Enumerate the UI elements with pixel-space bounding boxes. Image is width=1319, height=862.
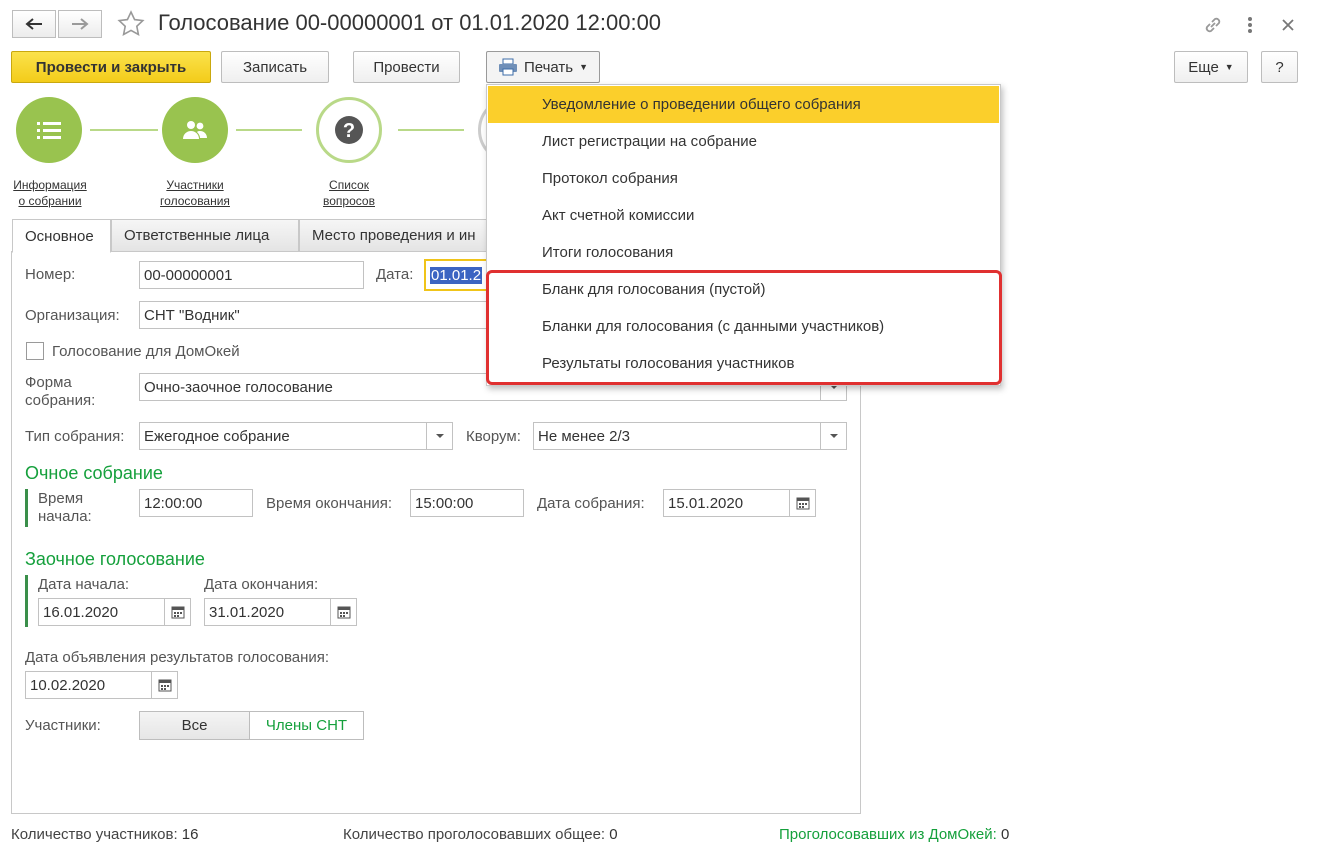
domokey-checkbox[interactable]: [26, 342, 44, 360]
number-input[interactable]: 00-00000001: [139, 261, 364, 289]
more-actions-button[interactable]: [1240, 12, 1260, 38]
chevron-down-icon: ▼: [1224, 62, 1234, 72]
footer-voted-total: Количество проголосовавших общее: 0: [343, 826, 618, 843]
save-button[interactable]: Записать: [221, 51, 329, 83]
absentee-end-label: Дата окончания:: [204, 576, 319, 593]
chevron-down-icon[interactable]: [426, 423, 452, 449]
quorum-label: Кворум:: [466, 428, 521, 445]
step-connector: [236, 129, 302, 131]
footer-participants-count: Количество участников: 16: [11, 826, 199, 843]
help-button[interactable]: ?: [1261, 51, 1298, 83]
meeting-type-select[interactable]: Ежегодное собрание: [139, 422, 453, 450]
meeting-form-value: Очно-заочное голосование: [144, 378, 333, 396]
domokey-label: Голосование для ДомОкей: [52, 343, 240, 360]
section-bar: [25, 575, 28, 627]
participants-label: Участники:: [25, 717, 101, 734]
print-button[interactable]: Печать ▼: [486, 51, 600, 83]
list-icon: [37, 122, 61, 139]
meeting-type-label: Тип собрания:: [25, 428, 125, 445]
close-icon: [1282, 19, 1294, 31]
absentee-end-input[interactable]: 31.01.2020: [204, 598, 357, 626]
print-menu: Уведомление о проведении общего собрания…: [486, 84, 1001, 386]
svg-text:?: ?: [343, 120, 355, 142]
footer-voted-domokey: Проголосовавших из ДомОкей: 0: [779, 826, 1010, 843]
step-connector: [398, 129, 464, 131]
results-date-label: Дата объявления результатов голосования:: [25, 649, 330, 666]
favorite-button[interactable]: [116, 9, 146, 39]
post-button[interactable]: Провести: [353, 51, 460, 83]
start-time-input[interactable]: 12:00:00: [139, 489, 253, 517]
step-questions-button[interactable]: ?: [316, 97, 382, 163]
absentee-start-value: 16.01.2020: [43, 603, 119, 621]
chevron-down-icon[interactable]: [820, 423, 846, 449]
meeting-date-label: Дата собрания:: [537, 495, 645, 512]
menu-item-meeting-notice[interactable]: Уведомление о проведении общего собрания: [488, 86, 999, 123]
step-info-button[interactable]: [16, 97, 82, 163]
post-and-close-button[interactable]: Провести и закрыть: [11, 51, 211, 83]
meeting-date-input[interactable]: 15.01.2020: [663, 489, 816, 517]
chevron-down-icon: ▼: [579, 62, 589, 72]
close-button[interactable]: [1276, 12, 1300, 38]
more-button-label: Еще: [1188, 58, 1219, 76]
start-time-label: Время начала:: [38, 490, 92, 525]
calendar-icon[interactable]: [330, 599, 356, 625]
date-input-text: 01.01.2: [430, 266, 483, 284]
absentee-section-title: Заочное голосование: [25, 549, 205, 569]
end-time-input[interactable]: 15:00:00: [410, 489, 524, 517]
end-time-label: Время окончания:: [266, 495, 393, 512]
number-label: Номер:: [25, 266, 76, 283]
step-connector: [90, 129, 158, 131]
arrow-right-icon: [72, 18, 89, 30]
step-participants-label[interactable]: Участники голосования: [150, 177, 240, 209]
organization-input[interactable]: СНТ "Водник": [139, 301, 489, 329]
tab-main[interactable]: Основное: [12, 219, 111, 253]
window-title: Голосование 00-00000001 от 01.01.2020 12…: [158, 10, 662, 35]
menu-item-voting-totals[interactable]: Итоги голосования: [488, 234, 999, 271]
calendar-icon[interactable]: [789, 490, 815, 516]
step-questions-label[interactable]: Список вопросов: [306, 177, 392, 209]
quorum-select[interactable]: Не менее 2/3: [533, 422, 847, 450]
participants-all-toggle[interactable]: Все: [139, 711, 250, 740]
meeting-form-label: Форма собрания:: [25, 374, 96, 409]
participants-members-toggle[interactable]: Члены СНТ: [249, 711, 364, 740]
question-icon: ?: [335, 116, 363, 144]
people-icon: [183, 121, 207, 139]
forward-button[interactable]: [58, 10, 102, 38]
absentee-start-label: Дата начала:: [38, 576, 130, 593]
results-date-value: 10.02.2020: [30, 676, 106, 694]
calendar-icon[interactable]: [164, 599, 190, 625]
step-participants-button[interactable]: [162, 97, 228, 163]
link-button[interactable]: [1200, 12, 1226, 38]
quorum-value: Не менее 2/3: [538, 427, 630, 445]
arrow-left-icon: [25, 18, 42, 30]
print-button-label: Печать: [523, 58, 574, 76]
more-button[interactable]: Еще ▼: [1174, 51, 1248, 83]
section-bar: [25, 489, 28, 527]
menu-item-registration-sheet[interactable]: Лист регистрации на собрание: [488, 123, 999, 160]
date-label: Дата:: [376, 266, 414, 283]
vertical-dots-icon: [1248, 17, 1252, 33]
in-person-section-title: Очное собрание: [25, 463, 163, 483]
menu-item-filled-ballots[interactable]: Бланки для голосования (с данными участн…: [488, 308, 999, 345]
organization-label: Организация:: [25, 307, 120, 324]
menu-item-counting-act[interactable]: Акт счетной комиссии: [488, 197, 999, 234]
link-icon: [1205, 17, 1221, 33]
printer-icon: [498, 58, 517, 76]
tab-location[interactable]: Место проведения и ин: [299, 219, 489, 252]
menu-item-participant-results[interactable]: Результаты голосования участников: [488, 345, 999, 382]
meeting-type-value: Ежегодное собрание: [144, 427, 290, 445]
menu-item-blank-ballot[interactable]: Бланк для голосования (пустой): [488, 271, 999, 308]
meeting-date-value: 15.01.2020: [668, 494, 744, 512]
menu-item-meeting-protocol[interactable]: Протокол собрания: [488, 160, 999, 197]
calendar-icon[interactable]: [151, 672, 177, 698]
date-input[interactable]: 01.01.2: [424, 259, 488, 291]
tab-responsible[interactable]: Ответственные лица: [111, 219, 299, 252]
step-info-label[interactable]: Информация о собрании: [6, 177, 94, 209]
back-button[interactable]: [12, 10, 56, 38]
absentee-start-input[interactable]: 16.01.2020: [38, 598, 191, 626]
star-icon: [117, 10, 145, 37]
absentee-end-value: 31.01.2020: [209, 603, 285, 621]
results-date-input[interactable]: 10.02.2020: [25, 671, 178, 699]
